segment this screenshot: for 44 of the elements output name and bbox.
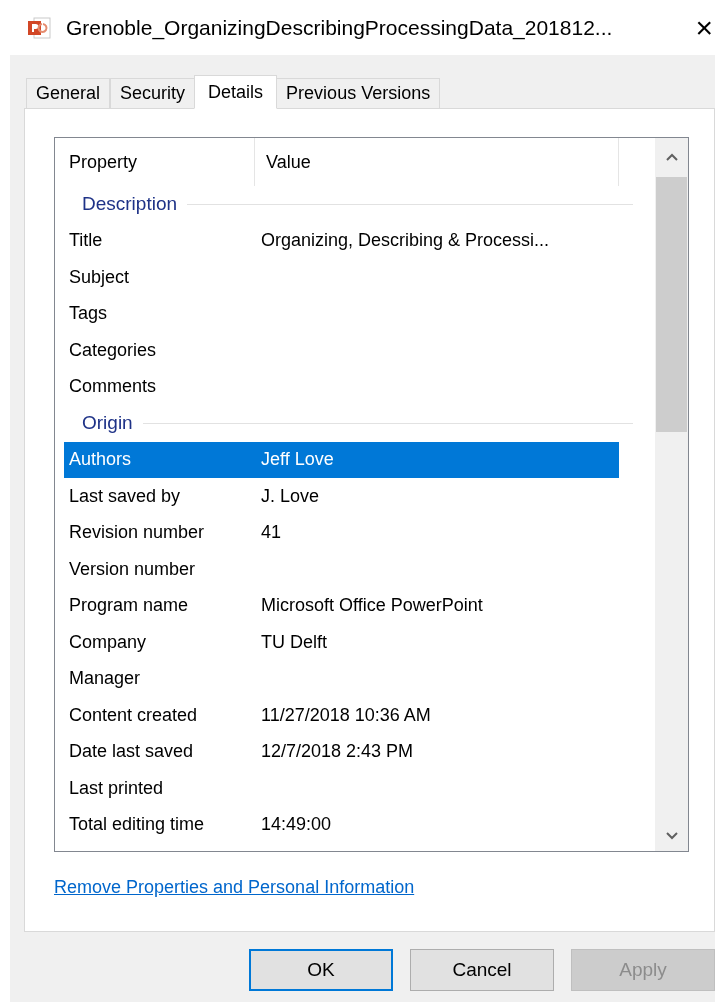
property-name: Comments bbox=[68, 375, 158, 399]
property-name: Title bbox=[68, 229, 104, 253]
property-value: 12/7/2018 2:43 PM bbox=[261, 740, 414, 764]
close-button[interactable]: × bbox=[695, 12, 713, 43]
presentation-file-icon bbox=[26, 14, 52, 41]
property-value: Jeff Love bbox=[261, 448, 334, 472]
selected-row[interactable]: Authors Jeff Love bbox=[64, 441, 619, 478]
scroll-up-icon[interactable] bbox=[664, 152, 679, 162]
property-value: 14:49:00 bbox=[261, 813, 332, 837]
property-value: 11/27/2018 10:36 AM bbox=[261, 703, 431, 727]
property-name: Subject bbox=[68, 265, 131, 289]
dialog-button[interactable]: Cancel bbox=[410, 949, 554, 991]
scroll-down-icon[interactable] bbox=[664, 831, 679, 841]
property-name: Last printed bbox=[68, 776, 165, 800]
scrollbar[interactable] bbox=[655, 138, 688, 851]
property-name: Tags bbox=[68, 302, 109, 326]
property-name: Authors bbox=[68, 448, 133, 472]
window-title: Grenoble_OrganizingDescribingProcessingData_201812... bbox=[66, 14, 613, 42]
tab[interactable]: General bbox=[26, 78, 111, 108]
column-header[interactable]: Value bbox=[255, 138, 619, 186]
property-name: Content created bbox=[68, 703, 199, 727]
property-value: J. Love bbox=[261, 484, 320, 508]
tab[interactable]: Details bbox=[194, 75, 278, 109]
property-name: Program name bbox=[68, 594, 190, 618]
group-header: Description bbox=[82, 192, 178, 216]
property-name: Manager bbox=[68, 667, 142, 691]
property-value: TU Delft bbox=[261, 630, 327, 654]
property-name: Last saved by bbox=[68, 484, 182, 508]
remove-properties-link[interactable]: Remove Properties and Personal Information bbox=[54, 874, 415, 901]
scrollbar-thumb[interactable] bbox=[656, 177, 687, 432]
dialog-button[interactable]: OK bbox=[249, 949, 393, 991]
property-name: Categories bbox=[68, 338, 158, 362]
tab[interactable]: Previous Versions bbox=[276, 78, 441, 108]
column-header[interactable]: Property bbox=[55, 138, 255, 186]
property-name: Total editing time bbox=[68, 813, 206, 837]
tab[interactable]: Security bbox=[110, 78, 196, 108]
property-name: Company bbox=[68, 630, 148, 654]
property-name: Revision number bbox=[68, 521, 206, 545]
property-value: 41 bbox=[261, 521, 282, 545]
property-name: Date last saved bbox=[68, 740, 195, 764]
property-value: Microsoft Office PowerPoint bbox=[261, 594, 483, 618]
property-name: Version number bbox=[68, 557, 197, 581]
property-value: Organizing, Describing & Processi... bbox=[261, 229, 550, 253]
group-header: Origin bbox=[82, 411, 133, 435]
